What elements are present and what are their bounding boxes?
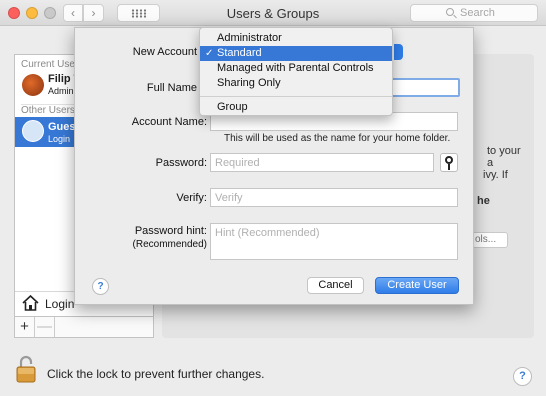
menu-item-standard[interactable]: ✓ Standard — [200, 46, 392, 61]
password-assistant-button[interactable] — [440, 153, 458, 172]
panel-text: he — [477, 195, 490, 207]
help-icon[interactable]: ? — [92, 278, 109, 295]
account-type-menu: Administrator ✓ Standard Managed with Pa… — [199, 27, 393, 116]
menu-item-managed-with-parental-controls[interactable]: Managed with Parental Controls — [200, 61, 392, 76]
panel-text: a — [487, 157, 494, 169]
avatar — [22, 120, 44, 142]
create-user-button[interactable]: Create User — [375, 277, 459, 294]
menu-item-administrator[interactable]: Administrator — [200, 31, 392, 46]
menu-separator — [200, 96, 392, 97]
help-icon[interactable]: ? — [513, 367, 532, 386]
current-user-section-label: Current Use — [21, 59, 75, 70]
menu-item-label: Standard — [217, 47, 262, 59]
guest-user-role: Login — [48, 134, 71, 144]
house-icon — [22, 295, 39, 311]
full-name-field[interactable] — [391, 78, 460, 97]
avatar — [22, 74, 44, 96]
add-user-button[interactable]: + — [15, 317, 35, 337]
search-icon — [446, 8, 454, 16]
search-input[interactable]: Search — [410, 4, 538, 22]
verify-input[interactable] — [211, 189, 457, 206]
guest-user-name: Gues — [48, 121, 76, 133]
verify-field[interactable] — [210, 188, 458, 207]
password-input[interactable] — [211, 154, 433, 171]
password-hint-input[interactable] — [211, 224, 457, 259]
new-account-label: New Account — [132, 46, 197, 58]
full-name-input[interactable] — [393, 80, 458, 95]
full-name-label: Full Name — [146, 82, 197, 94]
title-bar: ‹ › Users & Groups Search — [0, 0, 546, 26]
search-placeholder: Search — [460, 7, 495, 19]
current-user-role: Admin — [48, 86, 74, 96]
panel-text: to your — [487, 145, 521, 157]
panel-button[interactable]: ols... — [472, 232, 508, 248]
password-hint-sublabel: (Recommended) — [132, 239, 207, 250]
add-remove-bar: + — — [15, 316, 153, 337]
lock-icon[interactable] — [16, 355, 36, 383]
remove-user-button[interactable]: — — [35, 317, 55, 337]
menu-item-group[interactable]: Group — [200, 100, 392, 115]
cancel-button[interactable]: Cancel — [307, 277, 364, 294]
lock-message: Click the lock to prevent further change… — [47, 367, 265, 381]
menu-item-sharing-only[interactable]: Sharing Only — [200, 76, 392, 91]
checkmark-icon: ✓ — [205, 48, 214, 59]
verify-label: Verify: — [176, 192, 207, 204]
password-field[interactable] — [210, 153, 434, 172]
password-hint-label: Password hint: — [134, 225, 207, 237]
account-type-popup[interactable] — [394, 44, 403, 60]
account-name-note: This will be used as the name for your h… — [224, 133, 451, 144]
login-options-label: Login — [45, 297, 75, 311]
users-groups-window: ‹ › Users & Groups Search Current Use Fi… — [0, 0, 546, 396]
panel-text: ivy. If — [483, 169, 508, 181]
password-label: Password: — [155, 157, 207, 169]
account-name-label: Account Name: — [131, 116, 207, 128]
password-hint-field[interactable] — [210, 223, 458, 260]
